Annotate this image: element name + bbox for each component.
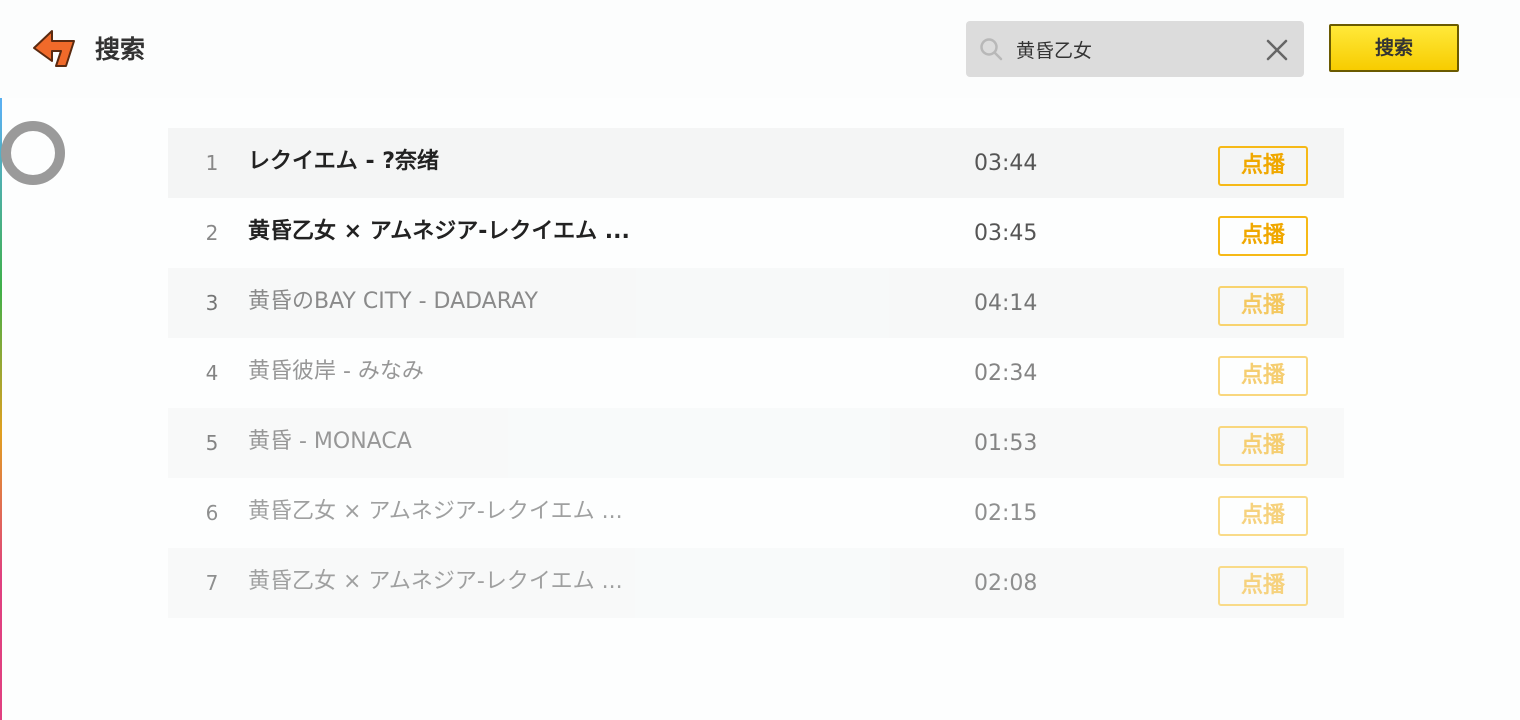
play-button[interactable]: 点播 bbox=[1218, 146, 1308, 186]
list-item[interactable]: 6 黄昏乙女 × アムネジア-レクイエム ... 02:15 点播 bbox=[168, 478, 1344, 548]
search-box[interactable] bbox=[966, 21, 1304, 77]
track-index: 1 bbox=[205, 151, 219, 175]
search-button[interactable]: 搜索 bbox=[1329, 24, 1459, 72]
track-title: 黄昏乙女 × アムネジア-レクイエム ... bbox=[248, 219, 630, 244]
left-edge-strip bbox=[0, 0, 2, 720]
top-bar: 搜索 搜索 bbox=[0, 0, 1520, 98]
loading-ring-icon bbox=[1, 121, 65, 185]
play-button[interactable]: 点播 bbox=[1218, 216, 1308, 256]
search-input[interactable] bbox=[1016, 33, 1256, 65]
search-icon bbox=[980, 38, 1003, 61]
track-title: 黄昏 - MONACA bbox=[248, 429, 412, 454]
track-title: 黄昏乙女 × アムネジア-レクイエム ... bbox=[248, 499, 623, 524]
track-index: 4 bbox=[205, 361, 219, 385]
list-item[interactable]: 4 黄昏彼岸 - みなみ 02:34 点播 bbox=[168, 338, 1344, 408]
play-button[interactable]: 点播 bbox=[1218, 496, 1308, 536]
track-duration: 02:34 bbox=[974, 361, 1038, 386]
list-item[interactable]: 5 黄昏 - MONACA 01:53 点播 bbox=[168, 408, 1344, 478]
play-button[interactable]: 点播 bbox=[1218, 286, 1308, 326]
list-item[interactable]: 1 レクイエム - ?奈绪 03:44 点播 bbox=[168, 128, 1344, 198]
track-index: 5 bbox=[205, 431, 219, 455]
page-title: 搜索 bbox=[95, 35, 146, 64]
back-arrow-icon bbox=[33, 30, 75, 67]
track-duration: 03:45 bbox=[974, 221, 1038, 246]
list-item[interactable]: 2 黄昏乙女 × アムネジア-レクイエム ... 03:45 点播 bbox=[168, 198, 1344, 268]
track-index: 2 bbox=[205, 221, 219, 245]
play-button[interactable]: 点播 bbox=[1218, 426, 1308, 466]
track-duration: 02:15 bbox=[974, 501, 1038, 526]
list-item[interactable]: 3 黄昏のBAY CITY - DADARAY 04:14 点播 bbox=[168, 268, 1344, 338]
play-button[interactable]: 点播 bbox=[1218, 356, 1308, 396]
close-icon[interactable] bbox=[1264, 37, 1290, 63]
play-button[interactable]: 点播 bbox=[1218, 566, 1308, 606]
track-title: 黄昏のBAY CITY - DADARAY bbox=[248, 289, 538, 314]
track-index: 7 bbox=[205, 571, 219, 595]
track-title: 黄昏乙女 × アムネジア-レクイエム ... bbox=[248, 569, 623, 594]
track-title: 黄昏彼岸 - みなみ bbox=[248, 359, 424, 384]
track-title: レクイエム - ?奈绪 bbox=[248, 149, 439, 174]
track-index: 3 bbox=[205, 291, 219, 315]
track-index: 6 bbox=[205, 501, 219, 525]
search-results-list: 1 レクイエム - ?奈绪 03:44 点播 2 黄昏乙女 × アムネジア-レク… bbox=[168, 128, 1344, 618]
track-duration: 04:14 bbox=[974, 291, 1038, 316]
track-duration: 01:53 bbox=[974, 431, 1038, 456]
back-button[interactable] bbox=[30, 26, 82, 72]
track-duration: 02:08 bbox=[974, 571, 1038, 596]
track-duration: 03:44 bbox=[974, 151, 1038, 176]
list-item[interactable]: 7 黄昏乙女 × アムネジア-レクイエム ... 02:08 点播 bbox=[168, 548, 1344, 618]
